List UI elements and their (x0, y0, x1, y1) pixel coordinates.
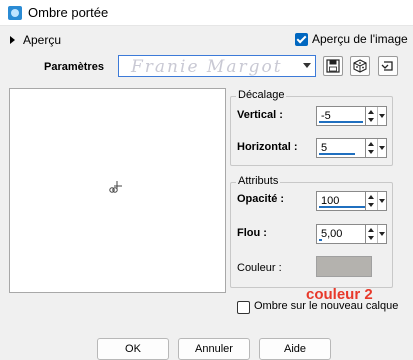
crosshair-icon (109, 181, 122, 193)
new-layer-label: Ombre sur le nouveau calque (254, 300, 399, 312)
vertical-label: Vertical : (237, 109, 283, 121)
chevron-down-icon[interactable] (377, 225, 387, 243)
shadow-color-swatch[interactable] (316, 256, 372, 277)
spin-up-down-icon[interactable] (367, 139, 376, 157)
blur-spinner[interactable]: 5,00 (316, 224, 387, 244)
offset-group-title: Décalage (236, 89, 287, 101)
randomize-button[interactable] (350, 56, 370, 76)
attributes-group-title: Attributs (236, 175, 281, 187)
opacity-buttons (365, 192, 386, 210)
blur-value: 5,00 (321, 228, 343, 240)
preview-image-checkbox[interactable] (295, 33, 308, 46)
spin-up-down-icon[interactable] (367, 225, 376, 243)
blur-slider-bar (319, 239, 322, 241)
app-icon (8, 6, 22, 20)
preview-image-label: Aperçu de l'image (312, 32, 408, 46)
horizontal-slider-bar (319, 153, 355, 155)
horizontal-label: Horizontal : (237, 141, 298, 153)
vertical-buttons (365, 107, 386, 125)
expand-triangle-icon (10, 36, 15, 44)
opacity-spinner[interactable]: 100 (316, 191, 387, 211)
reset-button[interactable] (378, 56, 398, 76)
opacity-label: Opacité : (237, 193, 285, 205)
spin-up-down-icon[interactable] (367, 192, 376, 210)
new-layer-checkbox[interactable] (237, 301, 250, 314)
preview-canvas[interactable] (9, 88, 226, 293)
blur-buttons (365, 225, 386, 243)
presets-label: Paramètres (44, 61, 104, 73)
cancel-button[interactable]: Annuler (178, 338, 250, 360)
randomize-icon (353, 59, 367, 73)
color-label: Couleur : (237, 262, 282, 274)
save-preset-icon (326, 59, 340, 73)
ok-button[interactable]: OK (97, 338, 169, 360)
preview-toggle-label: Aperçu (23, 33, 62, 47)
horizontal-buttons (365, 139, 386, 157)
save-preset-button[interactable] (323, 56, 343, 76)
presets-dropdown[interactable]: Franie Margot (118, 55, 316, 77)
opacity-slider-bar (319, 206, 365, 208)
blur-label: Flou : (237, 227, 267, 239)
reset-icon (381, 61, 393, 71)
chevron-down-icon (303, 63, 311, 68)
preview-toggle[interactable]: Aperçu (10, 33, 61, 47)
chevron-down-icon[interactable] (377, 139, 387, 157)
horizontal-spinner[interactable]: 5 (316, 138, 387, 158)
chevron-down-icon[interactable] (377, 192, 387, 210)
help-button[interactable]: Aide (259, 338, 331, 360)
title-bar: Ombre portée (0, 0, 413, 26)
window-title: Ombre portée (28, 5, 109, 20)
chevron-down-icon[interactable] (377, 107, 387, 125)
watermark-text: Franie Margot (131, 57, 283, 77)
vertical-spinner[interactable]: -5 (316, 106, 387, 126)
vertical-slider-bar (319, 121, 363, 123)
spin-up-down-icon[interactable] (367, 107, 376, 125)
